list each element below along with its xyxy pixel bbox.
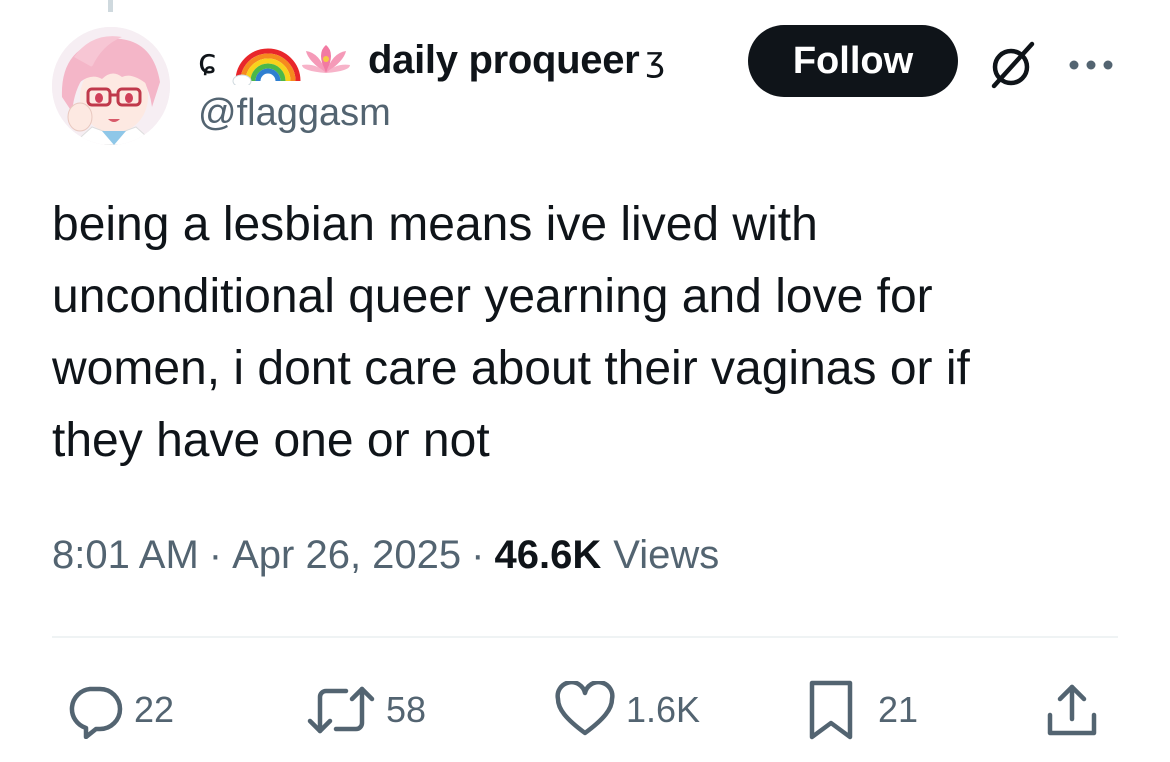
avatar-image bbox=[52, 27, 170, 145]
name-suffix-glyph: ʒ bbox=[645, 40, 665, 80]
views-count: 46.6K bbox=[494, 532, 602, 577]
svg-text:ɕ: ɕ bbox=[198, 42, 217, 82]
tweet-metadata: 8:01 AM · Apr 26, 2025 · 46.6K Views bbox=[52, 530, 719, 580]
share-icon bbox=[1047, 684, 1097, 736]
thread-connector-line bbox=[108, 0, 113, 12]
tweet-time[interactable]: 8:01 AM bbox=[52, 533, 199, 578]
bookmark-icon bbox=[809, 680, 853, 740]
author-name-row[interactable]: ɕ daily proqueer ʒ bbox=[198, 30, 665, 90]
reply-button[interactable]: 22 bbox=[66, 680, 174, 740]
more-dots bbox=[1069, 60, 1113, 70]
more-icon[interactable] bbox=[1066, 50, 1116, 80]
display-name[interactable]: daily proqueer bbox=[368, 38, 640, 83]
author-handle[interactable]: @flaggasm bbox=[198, 92, 391, 135]
tweet-text: being a lesbian means ive lived with unc… bbox=[52, 198, 970, 467]
heart-icon bbox=[555, 681, 615, 736]
repost-icon bbox=[307, 686, 375, 734]
grok-icon-graphic bbox=[991, 41, 1035, 89]
grok-icon[interactable] bbox=[986, 38, 1040, 92]
meta-separator: · bbox=[471, 532, 485, 577]
tweet-date[interactable]: Apr 26, 2025 bbox=[232, 533, 461, 578]
views-label: Views bbox=[613, 532, 720, 577]
name-emoji-prefix: ɕ bbox=[198, 35, 358, 85]
avatar[interactable] bbox=[52, 27, 170, 145]
follow-button[interactable]: Follow bbox=[748, 25, 958, 97]
divider bbox=[52, 636, 1118, 638]
reply-icon bbox=[69, 686, 123, 739]
share-button[interactable] bbox=[1044, 680, 1100, 740]
like-button[interactable]: 1.6K bbox=[554, 680, 700, 740]
bookmark-count: 21 bbox=[878, 689, 919, 730]
reply-count: 22 bbox=[134, 689, 175, 730]
name-emoji-icons: ɕ bbox=[198, 42, 350, 85]
meta-separator: · bbox=[208, 532, 223, 577]
repost-button[interactable]: 58 bbox=[306, 680, 426, 740]
like-count: 1.6K bbox=[626, 689, 701, 730]
repost-count: 58 bbox=[386, 689, 427, 730]
bookmark-button[interactable]: 21 bbox=[806, 680, 918, 740]
